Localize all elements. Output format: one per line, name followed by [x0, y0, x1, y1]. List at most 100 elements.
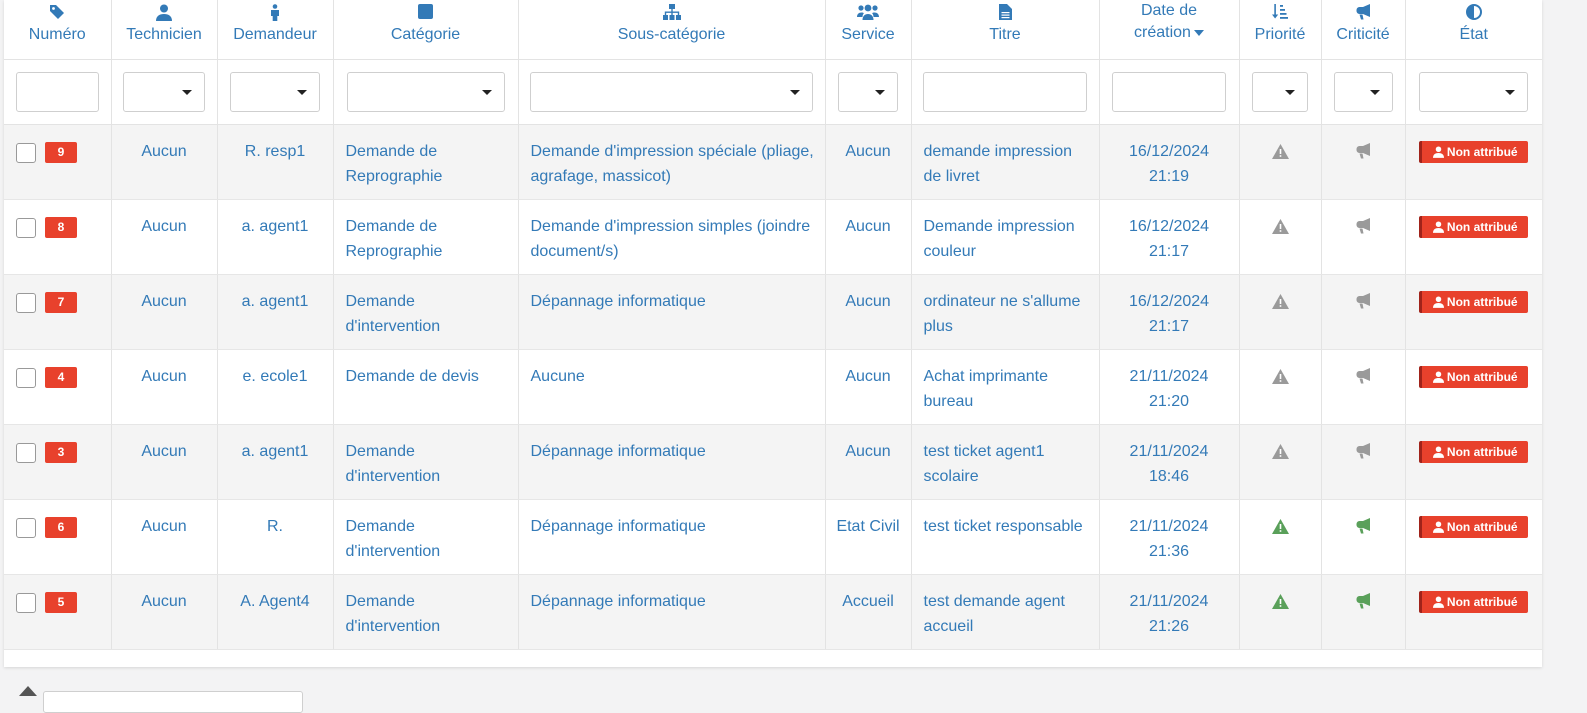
scroll-up-icon[interactable] — [19, 686, 37, 696]
demandeur-cell[interactable]: a. agent1 — [217, 274, 334, 350]
filter-service-select[interactable] — [838, 72, 898, 112]
technicien-cell[interactable]: Aucun — [111, 574, 218, 650]
status-badge[interactable]: Non attribué — [1419, 516, 1529, 538]
filter-titre-input[interactable] — [923, 72, 1087, 112]
technicien-cell[interactable]: Aucun — [111, 274, 218, 350]
status-badge[interactable]: Non attribué — [1419, 291, 1529, 313]
categorie-cell[interactable]: Demande d'intervention — [333, 574, 519, 650]
technicien-cell[interactable]: Aucun — [111, 199, 218, 275]
sous-categorie-cell[interactable]: Dépannage informatique — [518, 499, 826, 575]
date-cell[interactable]: 21/11/2024 18:46 — [1099, 424, 1240, 500]
ticket-number-badge[interactable]: 5 — [45, 592, 77, 613]
categorie-cell[interactable]: Demande de Reprographie — [333, 124, 519, 200]
sous-categorie-cell[interactable]: Demande d'impression spéciale (pliage, a… — [518, 124, 826, 200]
technicien-cell[interactable]: Aucun — [111, 124, 218, 200]
titre-cell[interactable]: ordinateur ne s'allume plus — [911, 274, 1100, 350]
pagination-select[interactable] — [43, 691, 303, 713]
titre-cell[interactable]: Demande impression couleur — [911, 199, 1100, 275]
categorie-cell[interactable]: Demande d'intervention — [333, 274, 519, 350]
technicien-cell[interactable]: Aucun — [111, 424, 218, 500]
ticket-number-badge[interactable]: 3 — [45, 442, 77, 463]
sous-categorie-cell[interactable]: Aucune — [518, 349, 826, 425]
row-checkbox[interactable] — [16, 442, 36, 463]
column-header-etat[interactable]: État — [1405, 0, 1542, 60]
ticket-number-badge[interactable]: 8 — [45, 217, 77, 238]
sous-categorie-cell[interactable]: Dépannage informatique — [518, 424, 826, 500]
titre-cell[interactable]: Achat imprimante bureau — [911, 349, 1100, 425]
column-header-service[interactable]: Service — [825, 0, 912, 60]
column-header-date[interactable]: Date de création — [1099, 0, 1240, 60]
filter-date-input[interactable] — [1112, 72, 1226, 112]
row-checkbox[interactable] — [16, 367, 36, 388]
titre-cell[interactable]: test ticket responsable — [911, 499, 1100, 575]
status-badge[interactable]: Non attribué — [1419, 366, 1529, 388]
table-row[interactable]: 5 Aucun A. Agent4 Demande d'intervention… — [4, 574, 1542, 650]
sous-categorie-cell[interactable]: Dépannage informatique — [518, 574, 826, 650]
service-cell[interactable]: Aucun — [825, 124, 912, 200]
filter-criticite-select[interactable] — [1333, 72, 1393, 112]
table-row[interactable]: 8 Aucun a. agent1 Demande de Reprographi… — [4, 199, 1542, 275]
categorie-cell[interactable]: Demande d'intervention — [333, 499, 519, 575]
ticket-number-badge[interactable]: 6 — [45, 517, 77, 538]
date-cell[interactable]: 16/12/2024 21:17 — [1099, 199, 1240, 275]
titre-cell[interactable]: test ticket agent1 scolaire — [911, 424, 1100, 500]
demandeur-cell[interactable]: A. Agent4 — [217, 574, 334, 650]
service-cell[interactable]: Aucun — [825, 424, 912, 500]
date-cell[interactable]: 21/11/2024 21:20 — [1099, 349, 1240, 425]
column-header-demandeur[interactable]: Demandeur — [217, 0, 334, 60]
service-cell[interactable]: Accueil — [825, 574, 912, 650]
row-checkbox[interactable] — [16, 142, 36, 163]
sous-categorie-cell[interactable]: Dépannage informatique — [518, 274, 826, 350]
titre-cell[interactable]: demande impression de livret — [911, 124, 1100, 200]
filter-etat-select[interactable] — [1419, 72, 1529, 112]
row-checkbox[interactable] — [16, 592, 36, 613]
service-cell[interactable]: Aucun — [825, 274, 912, 350]
ticket-number-badge[interactable]: 9 — [45, 142, 77, 163]
categorie-cell[interactable]: Demande de Reprographie — [333, 199, 519, 275]
column-header-criticite[interactable]: Criticité — [1321, 0, 1406, 60]
date-cell[interactable]: 16/12/2024 21:19 — [1099, 124, 1240, 200]
column-header-sous-categorie[interactable]: Sous-catégorie — [518, 0, 826, 60]
table-row[interactable]: 4 Aucun e. ecole1 Demande de devis Aucun… — [4, 349, 1542, 425]
table-row[interactable]: 3 Aucun a. agent1 Demande d'intervention… — [4, 424, 1542, 500]
demandeur-cell[interactable]: R. resp1 — [217, 124, 334, 200]
table-row[interactable]: 7 Aucun a. agent1 Demande d'intervention… — [4, 274, 1542, 350]
technicien-cell[interactable]: Aucun — [111, 349, 218, 425]
service-cell[interactable]: Aucun — [825, 199, 912, 275]
status-badge[interactable]: Non attribué — [1419, 591, 1529, 613]
table-row[interactable]: 9 Aucun R. resp1 Demande de Reprographie… — [4, 124, 1542, 200]
technicien-cell[interactable]: Aucun — [111, 499, 218, 575]
date-cell[interactable]: 21/11/2024 21:26 — [1099, 574, 1240, 650]
column-header-titre[interactable]: Titre — [911, 0, 1100, 60]
categorie-cell[interactable]: Demande d'intervention — [333, 424, 519, 500]
sous-categorie-cell[interactable]: Demande d'impression simples (joindre do… — [518, 199, 826, 275]
ticket-number-badge[interactable]: 7 — [45, 292, 77, 313]
status-badge[interactable]: Non attribué — [1419, 441, 1529, 463]
status-badge[interactable]: Non attribué — [1419, 216, 1529, 238]
ticket-number-badge[interactable]: 4 — [45, 367, 77, 388]
row-checkbox[interactable] — [16, 517, 36, 538]
demandeur-cell[interactable]: a. agent1 — [217, 199, 334, 275]
row-checkbox[interactable] — [16, 217, 36, 238]
categorie-cell[interactable]: Demande de devis — [333, 349, 519, 425]
column-header-technicien[interactable]: Technicien — [111, 0, 218, 60]
titre-cell[interactable]: test demande agent accueil — [911, 574, 1100, 650]
demandeur-cell[interactable]: R. — [217, 499, 334, 575]
filter-demandeur-select[interactable] — [230, 72, 320, 112]
filter-numero-input[interactable] — [15, 72, 99, 112]
filter-priorite-select[interactable] — [1252, 72, 1308, 112]
service-cell[interactable]: Aucun — [825, 349, 912, 425]
column-header-priorite[interactable]: Priorité — [1239, 0, 1322, 60]
demandeur-cell[interactable]: a. agent1 — [217, 424, 334, 500]
date-cell[interactable]: 16/12/2024 21:17 — [1099, 274, 1240, 350]
date-cell[interactable]: 21/11/2024 21:36 — [1099, 499, 1240, 575]
column-header-numero[interactable]: Numéro — [4, 0, 112, 60]
filter-sous-categorie-select[interactable] — [530, 72, 813, 112]
service-cell[interactable]: Etat Civil — [825, 499, 912, 575]
row-checkbox[interactable] — [16, 292, 36, 313]
demandeur-cell[interactable]: e. ecole1 — [217, 349, 334, 425]
table-row[interactable]: 6 Aucun R. Demande d'intervention Dépann… — [4, 499, 1542, 575]
column-header-categorie[interactable]: Catégorie — [333, 0, 519, 60]
filter-categorie-select[interactable] — [346, 72, 505, 112]
status-badge[interactable]: Non attribué — [1419, 141, 1529, 163]
